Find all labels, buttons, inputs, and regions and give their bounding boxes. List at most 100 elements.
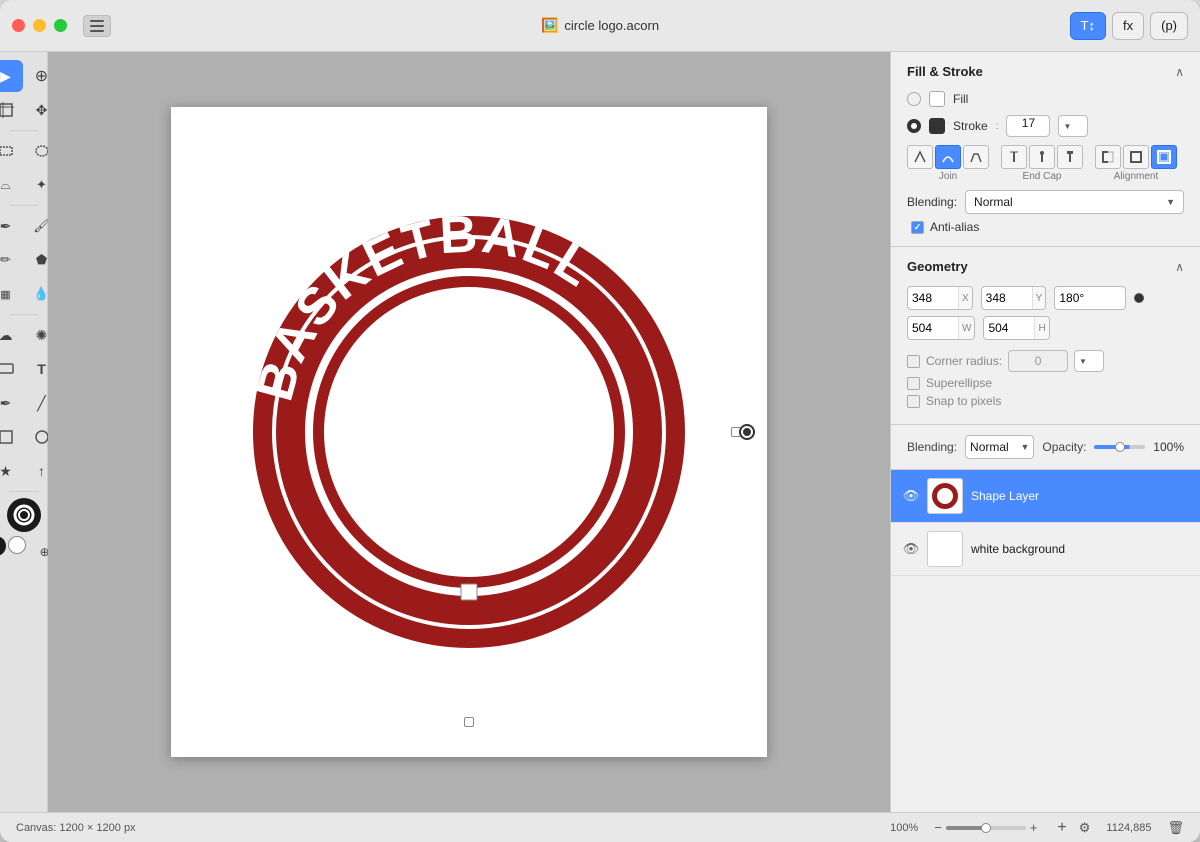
fx-button[interactable]: fx	[1112, 12, 1144, 40]
superellipse-checkbox[interactable]	[907, 377, 920, 390]
settings-btn[interactable]: ⚙	[1079, 820, 1091, 836]
toolbar: ▶ ⊕ ✥ ⌓ ✦	[0, 52, 48, 812]
bezier-tool[interactable]: ✒	[0, 387, 23, 419]
x-input-wrap: 348 X	[907, 286, 973, 310]
close-button[interactable]	[12, 19, 25, 32]
h-input-wrap: 504 H	[983, 316, 1049, 340]
opacity-label: Opacity:	[1042, 440, 1086, 454]
add-layer-btn[interactable]: +	[1057, 819, 1066, 837]
cap-square-btn[interactable]	[1057, 145, 1083, 169]
crop-tool[interactable]	[0, 94, 23, 126]
layer-thumbnail-shape	[927, 478, 963, 514]
join-bevel-btn[interactable]	[963, 145, 989, 169]
chevron-down-icon: ▼	[1063, 122, 1071, 131]
properties-button[interactable]: T↕	[1070, 12, 1106, 40]
zoom-plus-icon[interactable]: +	[1030, 820, 1038, 835]
zoom-value: 100%	[890, 822, 918, 834]
fg-color-btn[interactable]	[0, 536, 6, 556]
canvas-info: Canvas: 1200 × 1200 px	[16, 822, 136, 834]
alignment-group: Alignment	[1095, 145, 1177, 182]
bottom-blend-label: Blending:	[907, 440, 957, 454]
stroke-options-row: Join	[907, 145, 1184, 182]
trash-btn[interactable]: 🗑	[1167, 820, 1184, 836]
stroke-radio[interactable]	[907, 119, 921, 133]
zoom-slider[interactable]	[946, 826, 1026, 830]
geometry-collapse[interactable]: ∧	[1175, 260, 1184, 274]
corner-radius-checkbox[interactable]	[907, 355, 920, 368]
gradient-tool[interactable]: ▦	[0, 278, 23, 310]
check-icon: ✓	[914, 222, 922, 233]
corner-radius-dropdown[interactable]: ▼	[1074, 350, 1104, 372]
cloud-tool[interactable]: ☁	[0, 319, 23, 351]
align-outside-btn[interactable]	[1151, 145, 1177, 169]
angle-input-wrap: 180°	[1054, 286, 1126, 310]
blending-dropdown[interactable]: Normal ▼	[965, 190, 1184, 214]
blending-row: Blending: Normal ▼	[907, 190, 1184, 214]
selection-handle-bottom[interactable]	[464, 717, 474, 727]
layer-visibility-eye-bg[interactable]: 👁	[903, 541, 919, 557]
fill-stroke-collapse[interactable]: ∧	[1175, 65, 1184, 79]
rect-shape-tool[interactable]	[0, 353, 23, 385]
snap-checkbox[interactable]	[907, 395, 920, 408]
maximize-button[interactable]	[54, 19, 67, 32]
w-input-wrap: 504 W	[907, 316, 975, 340]
lasso-tool[interactable]: ⌓	[0, 169, 23, 201]
opacity-slider[interactable]	[1094, 445, 1145, 449]
join-label: Join	[907, 171, 989, 182]
select-tool[interactable]: ▶	[0, 60, 23, 92]
wh-row: 504 W 504 H	[907, 316, 1184, 340]
join-miter-btn[interactable]	[907, 145, 933, 169]
corner-chevron-icon: ▼	[1079, 357, 1087, 366]
layer-item-bg[interactable]: 👁 white background	[891, 523, 1200, 576]
fill-stroke-header: Fill & Stroke ∧	[907, 64, 1184, 79]
titlebar: 🖼️ circle logo.acorn T↕ fx (p)	[0, 0, 1200, 52]
end-cap-label: End Cap	[1001, 171, 1083, 182]
pencil-tool[interactable]: ✏	[0, 244, 23, 276]
sidebar-toggle-button[interactable]	[83, 15, 111, 37]
join-round-btn[interactable]	[935, 145, 961, 169]
cap-round-btn[interactable]	[1029, 145, 1055, 169]
snap-row: Snap to pixels	[907, 394, 1184, 408]
marquee-rect-tool[interactable]	[0, 135, 23, 167]
divider-4	[9, 491, 39, 492]
star-tool[interactable]: ★	[0, 455, 23, 487]
anti-alias-checkbox[interactable]: ✓	[911, 221, 924, 234]
bottom-blend-dropdown[interactable]: Normal ▼	[965, 435, 1034, 459]
anti-alias-label: Anti-alias	[930, 220, 979, 234]
p-button[interactable]: (p)	[1150, 12, 1188, 40]
selection-handle-inner[interactable]	[739, 424, 755, 440]
join-group: Join	[907, 145, 989, 182]
angle-input[interactable]: 180°	[1055, 287, 1103, 309]
layer-visibility-eye-shape[interactable]: 👁	[903, 488, 919, 504]
document-title: circle logo.acorn	[564, 18, 659, 33]
bg-color-btn[interactable]	[8, 536, 26, 554]
h-input[interactable]: 504	[984, 317, 1034, 339]
align-inside-btn[interactable]	[1095, 145, 1121, 169]
rect-tool[interactable]	[0, 421, 23, 453]
minimize-button[interactable]	[33, 19, 46, 32]
pen-tool[interactable]: ✒	[0, 210, 23, 242]
stroke-color-btn[interactable]	[7, 498, 41, 532]
fill-label: Fill	[953, 92, 968, 106]
geometry-section: Geometry ∧ 348 X 348 Y 180°	[891, 247, 1200, 425]
end-cap-group: End Cap	[1001, 145, 1083, 182]
fill-color-swatch[interactable]	[929, 91, 945, 107]
corner-radius-input[interactable]: 0	[1008, 350, 1068, 372]
angle-dot[interactable]	[1134, 293, 1144, 303]
zoom-minus-icon[interactable]: −	[934, 820, 942, 835]
bottom-blend-row: Blending: Normal ▼ Opacity: 100%	[891, 425, 1200, 470]
stroke-width-dropdown[interactable]: ▼	[1058, 115, 1088, 137]
y-input[interactable]: 348	[982, 287, 1032, 309]
x-input[interactable]: 348	[908, 287, 958, 309]
traffic-lights	[12, 19, 67, 32]
bottom-blend-chevron-icon: ▼	[1020, 442, 1029, 452]
cap-butt-btn[interactable]	[1001, 145, 1027, 169]
w-input[interactable]: 504	[908, 317, 958, 339]
fill-radio[interactable]	[907, 92, 921, 106]
stroke-width-input[interactable]: 17	[1006, 115, 1050, 137]
corner-radius-row: Corner radius: 0 ▼	[907, 350, 1184, 372]
stroke-color-swatch[interactable]	[929, 118, 945, 134]
align-center-btn[interactable]	[1123, 145, 1149, 169]
alignment-label: Alignment	[1095, 171, 1177, 182]
layer-item-shape[interactable]: 👁 Shape Layer	[891, 470, 1200, 523]
